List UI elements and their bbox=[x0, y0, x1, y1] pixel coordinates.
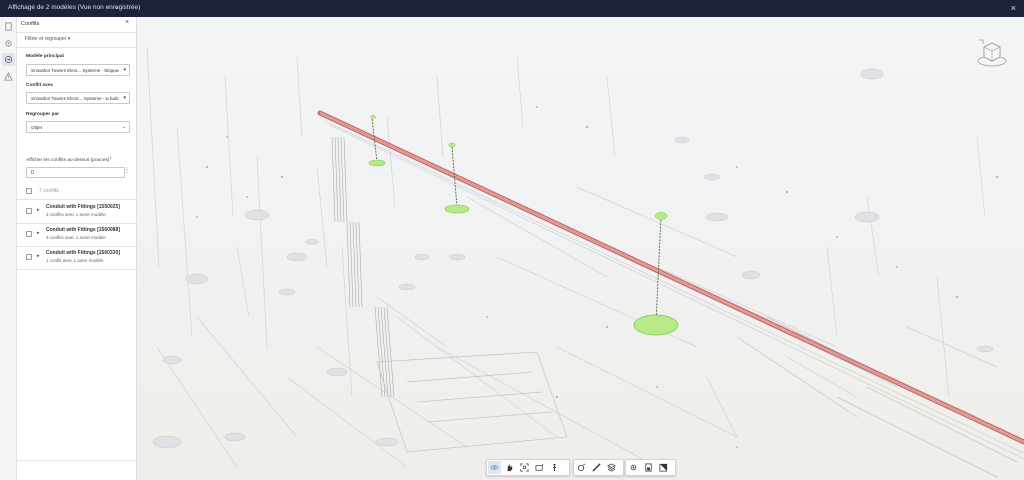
home-icon[interactable] bbox=[979, 39, 984, 44]
filter-group-toggle[interactable]: Filtrer et regrouper ▾ bbox=[25, 36, 70, 42]
caret-down-icon: ▾ bbox=[67, 36, 71, 42]
compare-icon[interactable] bbox=[2, 53, 15, 66]
chevron-down-icon: ▾ bbox=[123, 67, 126, 73]
layers-icon[interactable] bbox=[2, 37, 15, 50]
conflict-count: 7 conflits bbox=[39, 188, 59, 194]
sort-arrow-up-icon[interactable]: ↑ bbox=[109, 156, 112, 162]
conflict-item-subtitle: 3 conflits avec 1 autre modèle bbox=[46, 235, 106, 240]
properties-icon[interactable] bbox=[642, 461, 655, 474]
threshold-label: Afficher les conflits au-dessus (pouces) bbox=[26, 158, 110, 163]
window-title: Affichage de 2 modèles (Vue non enregist… bbox=[8, 4, 141, 11]
group-by-select[interactable]: Objet ⌄ bbox=[26, 121, 130, 133]
threshold-input[interactable]: 0 bbox=[26, 167, 125, 178]
conflict-pipe bbox=[317, 110, 1024, 460]
conflict-item-subtitle: 3 conflits avec 1 autre modèle bbox=[46, 212, 106, 217]
camera-icon[interactable] bbox=[533, 461, 546, 474]
model-browser-icon[interactable] bbox=[657, 461, 670, 474]
group-by-label: Regrouper par bbox=[26, 112, 60, 117]
settings-toolbar bbox=[625, 459, 676, 476]
settings-icon[interactable] bbox=[627, 461, 640, 474]
model-scene bbox=[146, 46, 1024, 478]
row-checkbox[interactable] bbox=[26, 231, 32, 237]
divider bbox=[17, 269, 137, 270]
first-person-icon[interactable] bbox=[548, 461, 561, 474]
list-item[interactable]: ▸ Conduit with Fittings [1550025] 3 conf… bbox=[17, 201, 137, 223]
3d-viewport[interactable] bbox=[137, 17, 1024, 480]
building-structure bbox=[376, 316, 1018, 478]
conflict-with-select[interactable]: Snowdon Towers Electr... Systems - w bui… bbox=[26, 92, 130, 104]
conflict-item-title: Conduit with Fittings [1560330] bbox=[46, 250, 120, 256]
divider bbox=[17, 460, 137, 461]
select-all-checkbox[interactable] bbox=[26, 188, 32, 194]
chevron-down-icon: ▾ bbox=[123, 95, 126, 101]
expand-icon[interactable]: ▸ bbox=[37, 207, 40, 213]
close-icon[interactable]: × bbox=[125, 19, 129, 26]
chevron-down-icon[interactable]: ⌄ bbox=[114, 4, 119, 11]
clash-markers bbox=[368, 115, 679, 336]
row-checkbox[interactable] bbox=[26, 254, 32, 260]
list-item[interactable]: ▸ Conduit with Fittings [1560088] 3 conf… bbox=[17, 224, 137, 246]
measure-icon[interactable] bbox=[590, 461, 603, 474]
divider bbox=[17, 47, 137, 48]
warning-icon[interactable] bbox=[2, 70, 15, 83]
top-bar: Affichage de 2 modèles (Vue non enregist… bbox=[0, 0, 1024, 17]
conduit-bundle bbox=[331, 136, 395, 398]
main-model-select[interactable]: Snowdon Towers Elect... Systems - Skippe… bbox=[26, 64, 130, 76]
conflict-item-subtitle: 1 conflit avec 1 autre modèle bbox=[46, 258, 104, 263]
close-icon[interactable]: × bbox=[1011, 3, 1016, 13]
divider bbox=[17, 32, 137, 33]
explode-icon[interactable] bbox=[575, 461, 588, 474]
building-wireframe bbox=[146, 46, 998, 468]
expand-icon[interactable]: ▸ bbox=[37, 253, 40, 259]
filter-label: Filtrer et regrouper bbox=[25, 36, 67, 42]
light-fixtures bbox=[152, 68, 994, 449]
divider bbox=[17, 199, 137, 200]
fit-to-view-icon[interactable] bbox=[518, 461, 531, 474]
conflict-with-value: Snowdon Towers Electr... Systems - w bui… bbox=[31, 96, 119, 101]
list-item[interactable]: ▸ Conduit with Fittings [1560330] 1 conf… bbox=[17, 247, 137, 269]
model-toolbar bbox=[573, 459, 624, 476]
threshold-value: 0 bbox=[31, 170, 34, 176]
group-by-value: Objet bbox=[31, 125, 42, 130]
document-icon[interactable] bbox=[2, 20, 15, 33]
scene-details bbox=[196, 106, 999, 448]
conflict-item-title: Conduit with Fittings [1550025] bbox=[46, 204, 120, 210]
conflict-with-label: Conflit avec bbox=[26, 83, 54, 88]
more-options-icon[interactable]: ⋮ bbox=[124, 167, 130, 174]
side-rail bbox=[0, 17, 17, 480]
navigation-toolbar bbox=[486, 459, 570, 476]
view-cube[interactable] bbox=[975, 37, 1009, 71]
pan-icon[interactable] bbox=[503, 461, 516, 474]
main-model-value: Snowdon Towers Elect... Systems - Skippe… bbox=[31, 68, 119, 73]
chevron-down-icon: ⌄ bbox=[121, 124, 126, 130]
panel-title: Conflits bbox=[21, 21, 40, 27]
conflict-item-title: Conduit with Fittings [1560088] bbox=[46, 227, 120, 233]
orbit-icon[interactable] bbox=[488, 461, 501, 474]
conflicts-panel: Conflits × Filtrer et regrouper ▾ Modèle… bbox=[17, 17, 137, 480]
row-checkbox[interactable] bbox=[26, 208, 32, 214]
main-model-label: Modèle principal bbox=[26, 54, 64, 59]
section-icon[interactable] bbox=[605, 461, 618, 474]
expand-icon[interactable]: ▸ bbox=[37, 230, 40, 236]
